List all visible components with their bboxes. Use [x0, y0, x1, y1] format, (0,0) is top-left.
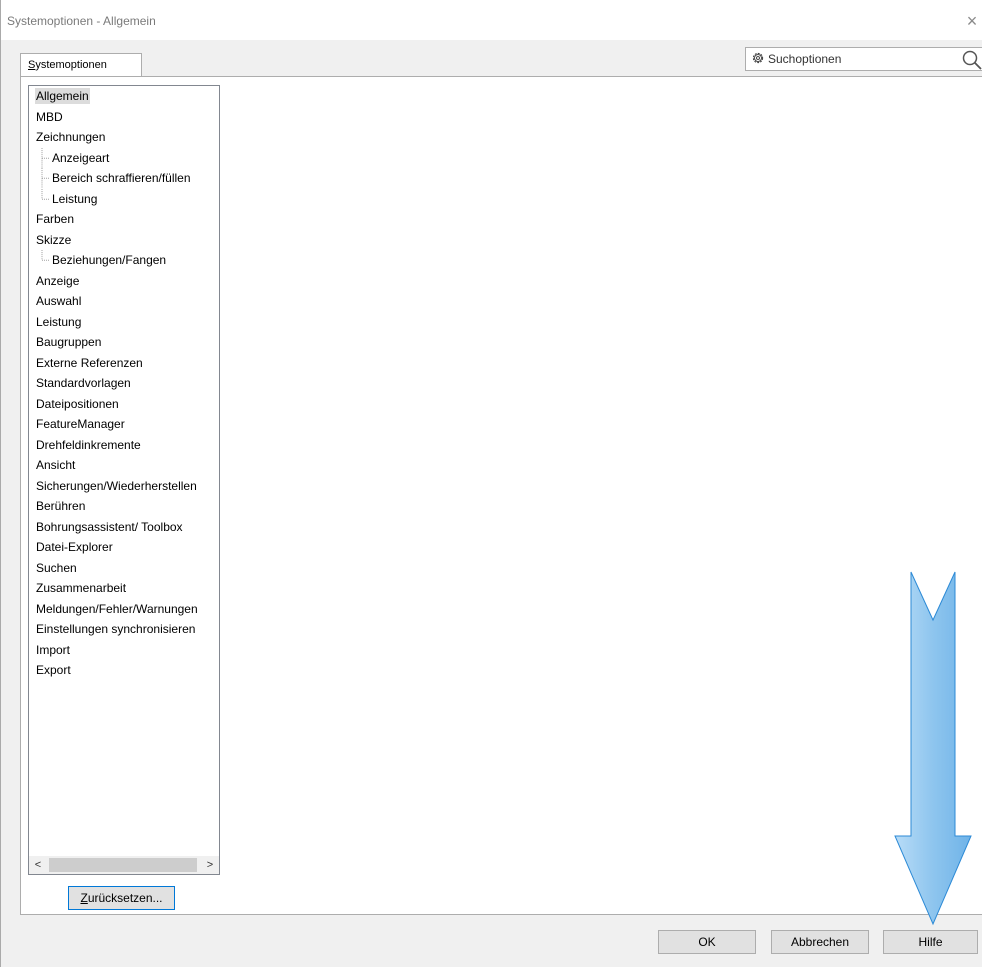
tree-item[interactable]: Skizze: [29, 230, 219, 251]
horizontal-scrollbar[interactable]: < >: [29, 856, 219, 874]
tree-item-label: Export: [36, 663, 71, 677]
tree-item-label: Einstellungen synchronisieren: [36, 622, 196, 636]
tree-item-label: Anzeige: [36, 273, 80, 288]
search-box[interactable]: [745, 47, 982, 71]
tree-connector-icon: [41, 168, 50, 189]
tree-item-label: Farben: [36, 212, 75, 226]
tree-item-label: Skizze: [36, 232, 72, 247]
tree-item-label: MBD: [36, 109, 63, 124]
reset-label: urücksetzen...: [87, 891, 163, 905]
tree-item-label: Externe Referenzen: [36, 355, 143, 370]
tree-item-label: Beziehungen/Fangen: [52, 253, 167, 267]
tree-item[interactable]: Bereich schraffieren/füllen: [29, 168, 219, 189]
tree-item[interactable]: Anzeigeart: [29, 147, 219, 168]
close-icon: ×: [966, 11, 978, 31]
tree-item-label: Meldungen/Fehler/Warnungen: [36, 601, 198, 616]
tree-item[interactable]: Bohrungsassistent/ Toolbox: [29, 517, 219, 538]
tree-item[interactable]: Dateipositionen: [29, 394, 219, 415]
tree-item-label: Allgemein: [35, 88, 90, 104]
tree-item[interactable]: Leistung: [29, 188, 219, 210]
tree-item-label: Baugruppen: [36, 335, 102, 349]
help-button[interactable]: Hilfe: [883, 930, 978, 954]
tree-item[interactable]: Anzeige: [29, 271, 219, 292]
tab-label: ystemoptionen: [35, 59, 107, 71]
tree-item[interactable]: Berühren: [29, 496, 219, 517]
tree-connector-icon: [41, 147, 50, 168]
tree-item-label: Zusammenarbeit: [36, 581, 127, 595]
tree-item-label: Bohrungsassistent/ Toolbox: [36, 519, 183, 534]
tree-item-label: Leistung: [52, 191, 98, 206]
scroll-thumb[interactable]: [49, 858, 197, 872]
tree-item[interactable]: Einstellungen synchronisieren: [29, 619, 219, 640]
tree-item[interactable]: Meldungen/Fehler/Warnungen: [29, 599, 219, 620]
tree-item-label: Leistung: [36, 314, 82, 329]
tree-item-label: Dateipositionen: [36, 396, 119, 411]
tree-item[interactable]: Allgemein: [29, 86, 219, 107]
tree-item-label: Berühren: [36, 499, 86, 513]
tree-item-label: Anzeigeart: [52, 150, 110, 165]
tree-connector-icon: [41, 250, 50, 261]
tab-systemoptionen[interactable]: Systemoptionen: [20, 53, 142, 77]
tree-item[interactable]: Externe Referenzen: [29, 353, 219, 374]
tree-item-label: Bereich schraffieren/füllen: [52, 171, 191, 185]
tree-item-label: Zeichnungen: [36, 130, 106, 144]
tree-item-label: FeatureManager: [36, 417, 125, 431]
tree-item[interactable]: Auswahl: [29, 291, 219, 312]
tree-item[interactable]: Export: [29, 660, 219, 681]
tree-item[interactable]: Sicherungen/Wiederherstellen: [29, 476, 219, 497]
title-bar: Systemoptionen - Allgemein ×: [1, 0, 982, 40]
tree-connector-icon: [41, 188, 50, 200]
tree-item[interactable]: Suchen: [29, 558, 219, 579]
tree-item[interactable]: Datei-Explorer: [29, 537, 219, 558]
tree-item-label: Sicherungen/Wiederherstellen: [36, 478, 197, 493]
tree-item[interactable]: Drehfeldinkremente: [29, 435, 219, 456]
tree-item[interactable]: Beziehungen/Fangen: [29, 250, 219, 271]
gear-icon: [752, 52, 764, 64]
close-button[interactable]: ×: [961, 8, 982, 34]
options-tree[interactable]: Allgemein MBD Zeichnungen Anzeigeart Bereich…: [28, 85, 220, 875]
tree-item[interactable]: Standardvorlagen: [29, 373, 219, 394]
tree-item[interactable]: Import: [29, 640, 219, 661]
ok-button[interactable]: OK: [658, 930, 756, 954]
tree-item[interactable]: Zusammenarbeit: [29, 578, 219, 599]
search-input[interactable]: [768, 51, 948, 67]
tree-item[interactable]: FeatureManager: [29, 414, 219, 435]
tree-item-label: Drehfeldinkremente: [36, 437, 141, 452]
tree-item[interactable]: Ansicht: [29, 455, 219, 476]
tree-item-label: Datei-Explorer: [36, 540, 113, 554]
tree-item[interactable]: Leistung: [29, 312, 219, 333]
tree-item-label: Auswahl: [36, 294, 82, 308]
scroll-right-arrow-icon[interactable]: >: [201, 856, 219, 874]
magnifier-icon[interactable]: [961, 49, 982, 71]
tree-item[interactable]: Baugruppen: [29, 332, 219, 353]
tree-item[interactable]: Zeichnungen: [29, 127, 219, 148]
reset-accelerator: Z: [80, 891, 88, 905]
tree-item-label: Suchen: [36, 560, 77, 575]
tree-item[interactable]: Farben: [29, 209, 219, 230]
cancel-button[interactable]: Abbrechen: [771, 930, 869, 954]
tree-item-label: Ansicht: [36, 458, 76, 472]
scroll-left-arrow-icon[interactable]: <: [29, 856, 47, 874]
tree-list: Allgemein MBD Zeichnungen Anzeigeart Bereich…: [29, 86, 219, 681]
reset-button[interactable]: Zurücksetzen...: [68, 886, 175, 910]
tree-item[interactable]: MBD: [29, 107, 219, 128]
tree-item-label: Import: [36, 642, 71, 657]
tree-item-label: Standardvorlagen: [36, 376, 131, 390]
system-options-dialog: Systemoptionen - Allgemein × Systemoptio…: [0, 0, 982, 967]
window-title: Systemoptionen - Allgemein: [7, 14, 156, 28]
